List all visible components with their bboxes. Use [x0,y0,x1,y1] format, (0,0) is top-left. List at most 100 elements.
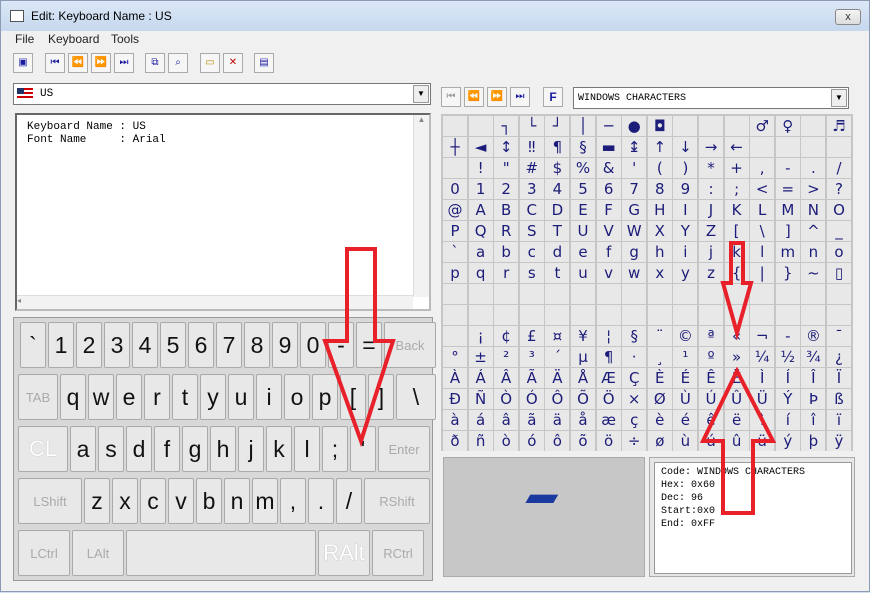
char-cell[interactable]: ─ [596,116,621,136]
char-cell[interactable]: B [494,200,519,220]
char-cell[interactable]: ! [468,158,493,178]
key-z[interactable]: z [84,478,110,524]
char-cell[interactable]: Ê [699,368,723,388]
char-cell[interactable]: O [827,200,851,220]
vertical-scrollbar[interactable]: ▲ [413,115,429,297]
char-cell[interactable]: ü [750,431,775,451]
char-cell[interactable] [494,284,519,304]
key-h[interactable]: h [210,426,236,472]
char-cell[interactable] [775,284,800,304]
key-n[interactable]: n [224,478,250,524]
key-u[interactable]: u [228,374,254,420]
char-cell[interactable] [699,116,723,136]
char-cell[interactable]: ↨ [622,137,647,157]
char-cell[interactable] [801,305,826,325]
char-cell[interactable]: P [443,221,467,241]
char-cell[interactable]: ← [724,137,749,157]
key-sym9[interactable]: . [308,478,334,524]
char-cell[interactable]: Å [571,368,595,388]
char-cell[interactable]: ↕ [494,137,519,157]
char-cell[interactable] [468,305,493,325]
char-cell[interactable]: ¥ [571,326,595,346]
char-cell[interactable]: 1 [468,179,493,199]
key-r[interactable]: r [144,374,170,420]
char-cell[interactable]: q [468,263,493,283]
find-icon[interactable]: ⌕ [168,53,188,73]
key-sym8[interactable]: , [280,478,306,524]
save-icon[interactable]: ▣ [13,53,33,73]
char-cell[interactable]: - [775,326,800,346]
char-cell[interactable]: ¿ [827,347,851,367]
key-8[interactable]: 8 [244,322,270,368]
char-cell[interactable]: S [519,221,544,241]
char-cell[interactable] [775,305,800,325]
char-cell[interactable]: Ø [647,389,672,409]
char-cell[interactable]: " [494,158,519,178]
char-cell[interactable]: D [545,200,570,220]
char-cell[interactable]: n [801,242,826,262]
horizontal-scrollbar[interactable]: ◂ [17,295,413,309]
char-cell[interactable]: a [468,242,493,262]
key-t[interactable]: t [172,374,198,420]
char-cell[interactable]: ß [827,389,851,409]
char-cell[interactable]: ñ [468,431,493,451]
char-cell[interactable]: i [673,242,698,262]
char-cell[interactable]: @ [443,200,467,220]
char-cell[interactable]: [ [724,221,749,241]
char-cell[interactable] [827,284,851,304]
char-cell[interactable]: ° [443,347,467,367]
char-cell[interactable]: u [571,263,595,283]
char-cell[interactable]: G [622,200,647,220]
char-cell[interactable]: ² [494,347,519,367]
key-k[interactable]: k [266,426,292,472]
char-cell[interactable]: j [699,242,723,262]
char-cell[interactable] [519,284,544,304]
new-icon[interactable]: ▭ [200,53,220,73]
char-cell[interactable]: ¶ [545,137,570,157]
char-cell[interactable]: l [750,242,775,262]
key-RCtrl[interactable]: RCtrl [372,530,424,576]
char-cell[interactable]: · [622,347,647,367]
char-cell[interactable]: h [647,242,672,262]
char-cell[interactable]: = [775,179,800,199]
char-cell[interactable]: § [571,137,595,157]
key-5[interactable]: 5 [160,322,186,368]
char-cell[interactable]: Ã [519,368,544,388]
char-cell[interactable]: ' [622,158,647,178]
char-cell[interactable]: ( [647,158,672,178]
char-cell[interactable] [545,284,570,304]
key-7[interactable]: 7 [216,322,242,368]
key-CL[interactable]: CL [18,426,68,472]
char-cell[interactable] [750,305,775,325]
char-cell[interactable]: & [596,158,621,178]
char-cell[interactable]: ò [494,431,519,451]
char-cell[interactable]: k [724,242,749,262]
char-cell[interactable]: à [443,410,467,430]
char-cell[interactable]: ø [647,431,672,451]
char-cell[interactable]: E [571,200,595,220]
char-cell[interactable]: , [750,158,775,178]
key-y[interactable]: y [200,374,226,420]
char-cell[interactable]: í [775,410,800,430]
char-cell[interactable]: À [443,368,467,388]
char-cell[interactable]: ~ [801,263,826,283]
char-cell[interactable]: → [699,137,723,157]
char-cell[interactable]: > [801,179,826,199]
char-cell[interactable] [545,305,570,325]
last-icon[interactable]: ⏭ [114,53,134,73]
char-cell[interactable]: ê [699,410,723,430]
char-cell[interactable]: ¼ [750,347,775,367]
char-cell[interactable]: ª [699,326,723,346]
chevron-down-icon[interactable]: ▼ [831,89,847,107]
char-cell[interactable]: ? [827,179,851,199]
key-sym12[interactable]: ] [368,374,394,420]
char-cell[interactable]: Z [699,221,723,241]
char-cell[interactable]: I [673,200,698,220]
char-cell[interactable]: ▯ [827,263,851,283]
char-cell[interactable] [596,284,621,304]
key-b[interactable]: b [196,478,222,524]
key-o[interactable]: o [284,374,310,420]
char-cell[interactable]: | [750,263,775,283]
char-cell[interactable]: ú [699,431,723,451]
char-cell[interactable]: 4 [545,179,570,199]
